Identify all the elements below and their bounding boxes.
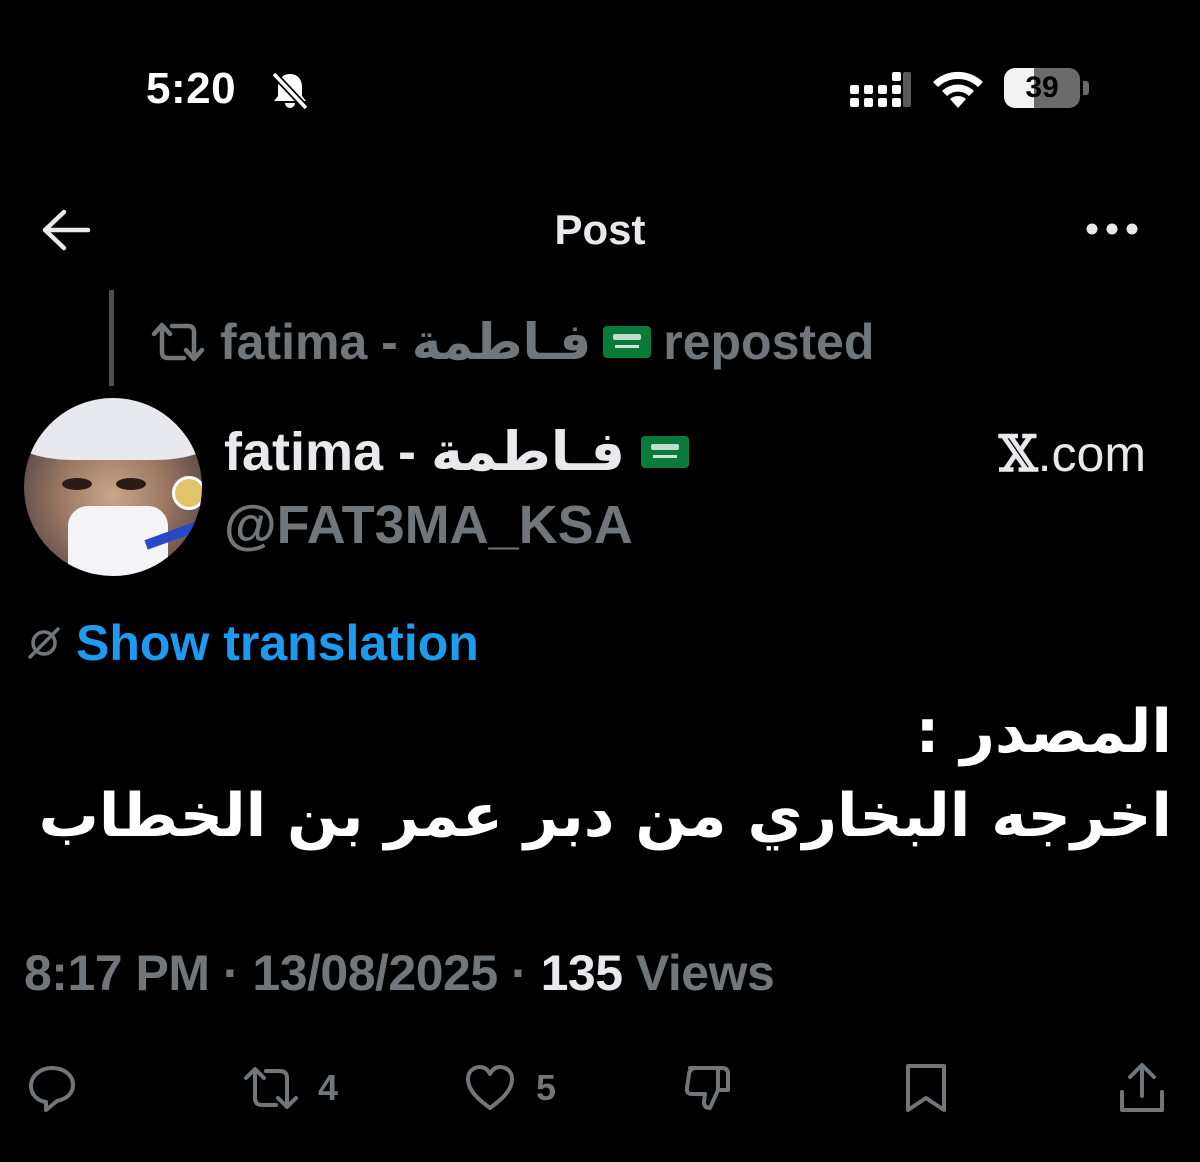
source-watermark: 𝕏.com	[998, 424, 1146, 483]
tweet-meta: 8:17 PM · 13/08/2025 · 135 Views	[24, 945, 775, 1001]
battery-indicator: 39	[1004, 68, 1090, 108]
bookmark-button[interactable]	[900, 1058, 952, 1118]
avatar[interactable]	[24, 398, 202, 576]
thread-line	[109, 290, 114, 386]
author-name[interactable]: fatima - فـاطمة	[224, 420, 689, 483]
flag-icon	[603, 326, 652, 358]
repost-icon	[244, 1067, 298, 1109]
repost-user-name: fatima - فـاطمة	[220, 313, 592, 371]
more-icon[interactable]	[1082, 214, 1142, 244]
dislike-button[interactable]	[680, 1058, 736, 1118]
action-bar: 4 5	[0, 1058, 1200, 1118]
show-translation-link[interactable]: Show translation	[26, 614, 479, 672]
bookmark-icon	[906, 1064, 946, 1112]
share-icon	[1120, 1063, 1164, 1112]
repost-count: 4	[318, 1067, 339, 1108]
repost-icon	[148, 320, 208, 364]
like-button[interactable]: 5	[462, 1058, 556, 1118]
dislike-icon	[684, 1066, 730, 1110]
share-button[interactable]	[1116, 1058, 1168, 1118]
tweet-text: المصدر : اخرجه البخاري من دبر عمر بن الخ…	[22, 690, 1172, 858]
views-label: Views	[622, 945, 775, 1001]
flag-icon	[640, 435, 689, 468]
tweet-time[interactable]: 8:17 PM	[24, 945, 210, 1001]
reply-button[interactable]	[24, 1058, 80, 1118]
like-count: 5	[536, 1067, 557, 1108]
battery-level: 39	[1025, 71, 1059, 104]
tweet-date[interactable]: 13/08/2025	[252, 945, 498, 1001]
reply-icon	[29, 1066, 75, 1112]
page-title: Post	[554, 206, 646, 253]
repost-button[interactable]: 4	[242, 1058, 338, 1118]
author-handle[interactable]: @FAT3MA_KSA	[224, 494, 633, 556]
wifi-icon	[933, 71, 983, 108]
repost-context[interactable]: fatima - فـاطمة reposted	[148, 312, 874, 372]
bell-off-icon	[271, 71, 309, 110]
like-icon	[466, 1065, 514, 1110]
views-count: 135	[540, 945, 623, 1001]
show-translation-label: Show translation	[76, 615, 479, 671]
signal-icon	[850, 72, 911, 107]
tweet-line-2: اخرجه البخاري من دبر عمر بن الخطاب	[38, 781, 1172, 851]
repost-label: reposted	[663, 314, 875, 370]
status-time: 5:20	[146, 64, 237, 113]
translate-icon	[28, 627, 60, 659]
tweet-line-1: المصدر :	[915, 697, 1172, 767]
